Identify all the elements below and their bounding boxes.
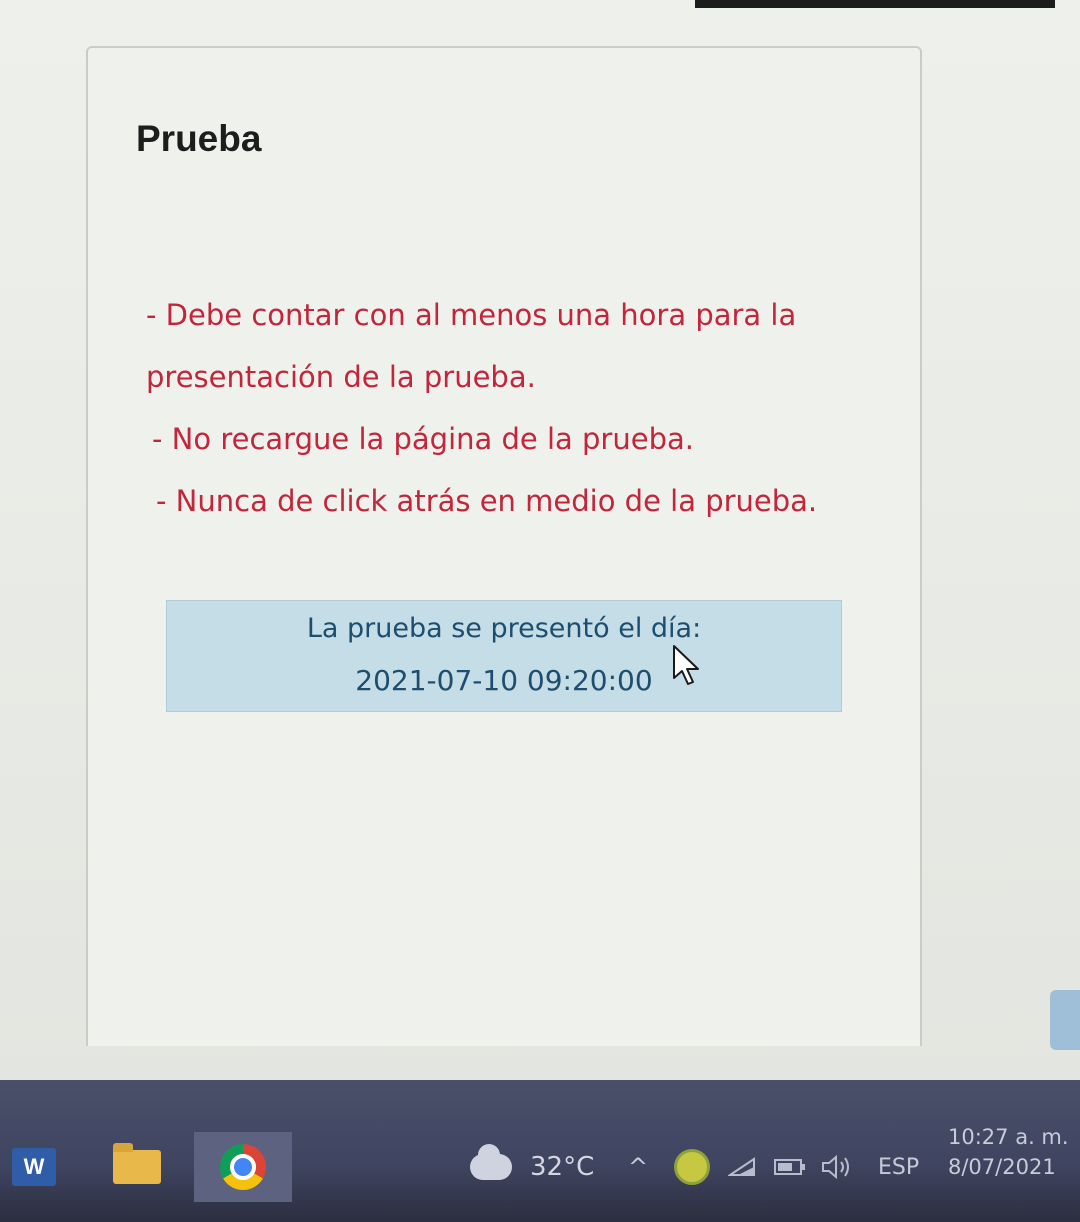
show-hidden-icons-button[interactable]: ^ <box>628 1132 648 1202</box>
chrome-icon <box>220 1144 266 1190</box>
submission-label: La prueba se presentó el día: <box>306 613 702 644</box>
clock-date: 8/07/2021 <box>948 1155 1056 1179</box>
instruction-line: presentación de la prueba. <box>146 360 536 394</box>
tray-app-button[interactable] <box>674 1132 710 1202</box>
instruction-line: - No recargue la página de la prueba. <box>152 422 694 456</box>
taskbar-chrome-button[interactable] <box>194 1132 292 1202</box>
instruction-line: - Nunca de click atrás en medio de la pr… <box>156 484 818 518</box>
taskbar-file-explorer-button[interactable] <box>97 1132 177 1202</box>
test-info-card: Prueba - Debe contar con al menos una ho… <box>86 46 922 1046</box>
network-button[interactable] <box>728 1132 756 1202</box>
instruction-line: - Debe contar con al menos una hora para… <box>146 298 797 332</box>
folder-icon <box>113 1143 161 1184</box>
temperature-text: 32°C <box>530 1152 595 1182</box>
instructions-list: - Debe contar con al menos una hora para… <box>146 284 846 532</box>
taskbar-word-button[interactable]: W <box>0 1132 74 1202</box>
app-status-icon <box>674 1149 710 1185</box>
language-label: ESP <box>878 1154 920 1180</box>
clock-time: 10:27 a. m. <box>948 1125 1069 1149</box>
battery-icon <box>774 1159 805 1175</box>
submission-datetime: 2021-07-10 09:20:00 <box>355 664 653 697</box>
word-icon: W <box>12 1148 56 1186</box>
page-title: Prueba <box>136 118 262 159</box>
cloud-icon <box>470 1144 512 1180</box>
system-clock[interactable]: 10:27 a. m. 8/07/2021 <box>948 1122 1069 1182</box>
chevron-up-icon: ^ <box>628 1153 649 1181</box>
wifi-icon <box>728 1157 755 1176</box>
browser-page: Prueba - Debe contar con al menos una ho… <box>0 0 1080 1080</box>
taskbar: W 32°C ^ ESP 10:27 a. m. 8/07/2021 <box>0 1080 1080 1222</box>
speaker-icon <box>822 1154 849 1180</box>
volume-button[interactable] <box>820 1132 856 1202</box>
weather-widget[interactable]: 32°C <box>470 1132 594 1202</box>
battery-button[interactable] <box>774 1132 806 1202</box>
submission-info-box: La prueba se presentó el día: 2021-07-10… <box>166 600 842 712</box>
window-top-bar <box>695 0 1055 8</box>
language-button[interactable]: ESP <box>878 1132 919 1202</box>
side-widget[interactable] <box>1050 990 1080 1050</box>
mouse-cursor-icon <box>673 645 699 685</box>
